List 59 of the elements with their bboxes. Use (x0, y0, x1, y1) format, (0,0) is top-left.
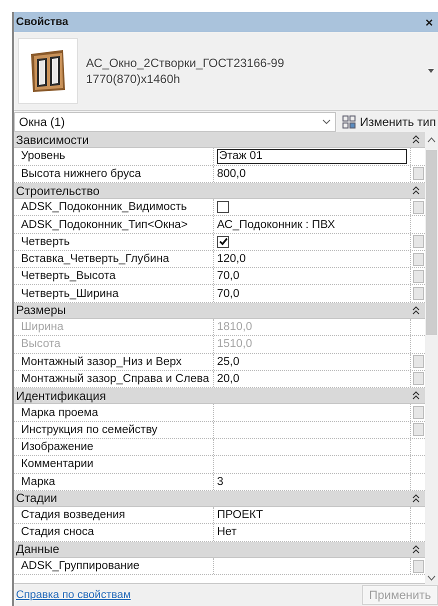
property-name: Инструкция по семейству (21, 424, 158, 436)
property-name: Ширина (21, 321, 64, 334)
property-value: 70,0 (217, 270, 240, 282)
collapse-icon[interactable] (412, 135, 420, 144)
window-title: Свойства (16, 16, 68, 28)
property-name: Монтажный зазор_Низ и Верх (21, 356, 182, 368)
property-name: Четверть_Ширина (21, 288, 119, 300)
property-name: Стадия сноса (21, 526, 94, 538)
value-field[interactable]: Этаж 01 (217, 148, 407, 164)
property-value: 120,0 (217, 253, 246, 266)
property-value: 20,0 (217, 372, 240, 385)
property-name: ADSK_Подоконник_Тип<Окна> (21, 218, 188, 231)
property-value: 1510,0 (217, 338, 252, 350)
checkbox[interactable] (217, 236, 229, 248)
property-name: Изображение (21, 441, 94, 454)
property-name: Стадия возведения (21, 509, 126, 522)
scroll-down-icon[interactable] (427, 575, 436, 581)
property-value: 70,0 (217, 288, 240, 300)
property-name: Марка (21, 476, 56, 488)
dropdown-arrow-icon[interactable] (426, 68, 436, 74)
type-size: 1770(870)x1460h (86, 72, 182, 86)
property-value: Нет (217, 526, 237, 538)
group-header[interactable]: Данные (16, 542, 60, 556)
group-header[interactable]: Идентификация (16, 388, 106, 403)
group-header[interactable]: Зависимости (16, 132, 89, 147)
checkbox[interactable] (217, 201, 229, 214)
property-value: 800,0 (217, 168, 246, 180)
collapse-icon[interactable] (412, 494, 420, 503)
property-name: Марка проема (21, 406, 98, 419)
collapse-icon[interactable] (412, 306, 420, 315)
property-value: 3 (217, 476, 224, 488)
collapse-icon[interactable] (412, 544, 420, 554)
property-name: Уровень (21, 150, 66, 162)
scroll-up-icon[interactable] (427, 137, 436, 143)
close-button[interactable]: × (422, 14, 436, 30)
grid-icon[interactable] (342, 114, 356, 128)
property-value: ПРОЕКТ (217, 509, 264, 522)
type-name: АС_Окно_2Створки_ГОСТ23166-99 (86, 56, 286, 70)
property-name: ADSK_Группирование (21, 560, 140, 572)
property-name: Комментарии (21, 458, 94, 470)
property-value: АС_Подоконник : ПВХ (217, 218, 336, 231)
property-value: 25,0 (217, 356, 240, 368)
chevron-icon[interactable] (322, 118, 331, 124)
property-value: 1810,0 (217, 321, 252, 334)
help-link[interactable]: Справка по свойствам (16, 589, 131, 601)
property-name: ADSK_Подоконник_Видимость (21, 201, 187, 214)
edit-type-button[interactable]: Изменить тип (340, 114, 438, 128)
property-name: Вставка_Четверть_Глубина (21, 253, 170, 266)
property-name: Четверть (21, 236, 70, 248)
property-name: Высота (21, 338, 60, 350)
property-name: Четверть_Высота (21, 270, 116, 282)
property-name: Монтажный зазор_Справа и Слева (21, 372, 210, 385)
collapse-icon[interactable] (412, 186, 420, 195)
collapse-icon[interactable] (412, 391, 420, 400)
property-name: Высота нижнего бруса (21, 168, 142, 180)
category-dropdown[interactable]: Окна (1) (14, 112, 336, 132)
group-header[interactable]: Стадии (16, 491, 58, 506)
group-header[interactable]: Размеры (16, 303, 66, 318)
group-header[interactable]: Строительство (16, 184, 100, 198)
